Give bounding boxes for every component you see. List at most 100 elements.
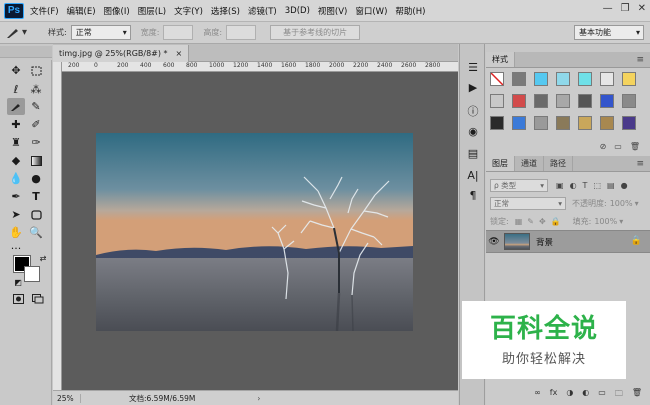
tab-styles[interactable]: 样式	[486, 52, 515, 67]
properties-panel-icon[interactable]: ▤	[464, 144, 482, 162]
slices-from-guides-button[interactable]: 基于参考线的切片	[270, 25, 361, 40]
hand-tool-icon[interactable]: ✋	[7, 224, 25, 241]
zoom-level[interactable]: 25%	[53, 393, 81, 403]
restore-button[interactable]: ❐	[621, 3, 630, 14]
style-swatch[interactable]	[490, 94, 504, 108]
color-panel-icon[interactable]: ◉	[464, 122, 482, 140]
clone-stamp-tool-icon[interactable]: ♜	[7, 134, 25, 151]
healing-brush-tool-icon[interactable]: ✚	[7, 116, 25, 133]
style-swatch[interactable]	[600, 94, 614, 108]
menu-file[interactable]: 文件(F)	[30, 5, 59, 17]
close-button[interactable]: ✕	[638, 3, 646, 14]
lasso-tool-icon[interactable]: ℓ	[7, 81, 25, 98]
pixel-filter-icon[interactable]: ▣	[556, 181, 564, 190]
default-colors-icon[interactable]: ◩	[9, 274, 27, 291]
workspace-select[interactable]: 基本功能 ▾	[574, 25, 644, 40]
delete-layer-icon[interactable]: 🗑	[632, 388, 642, 402]
panel-menu-icon[interactable]: ≡	[636, 55, 644, 65]
layer-row-background[interactable]: 👁 背景 🔒	[486, 230, 650, 253]
chevron-down-icon[interactable]: ▾	[635, 199, 639, 208]
tab-channels[interactable]: 通道	[515, 156, 544, 171]
panel-menu-icon[interactable]: ≡	[636, 159, 644, 169]
width-field[interactable]	[163, 25, 194, 40]
lock-image-icon[interactable]: ✎	[527, 217, 534, 226]
delete-style-icon[interactable]: 🗑	[630, 142, 640, 154]
brush-tool-icon[interactable]: ✐	[27, 116, 45, 133]
lock-transparency-icon[interactable]: ▦	[515, 217, 523, 226]
blur-tool-icon[interactable]: 💧	[7, 170, 25, 187]
swap-colors-icon[interactable]: ⇄	[34, 250, 52, 267]
filter-toggle-icon[interactable]: ●	[621, 181, 628, 190]
style-swatch[interactable]	[622, 72, 636, 86]
menu-window[interactable]: 窗口(W)	[355, 5, 387, 17]
style-swatch[interactable]	[490, 116, 504, 130]
tools-panel-grip[interactable]	[0, 46, 52, 58]
menu-3d[interactable]: 3D(D)	[285, 6, 310, 16]
style-swatch[interactable]	[534, 72, 548, 86]
style-swatch[interactable]	[512, 116, 526, 130]
new-style-icon[interactable]: ▭	[614, 142, 622, 154]
history-brush-tool-icon[interactable]: ✑	[27, 134, 45, 151]
style-swatch[interactable]	[534, 116, 548, 130]
more-tools-icon[interactable]: ···	[7, 240, 25, 257]
style-swatch[interactable]	[490, 72, 504, 86]
style-swatch[interactable]	[578, 72, 592, 86]
minimize-button[interactable]: —	[603, 3, 613, 14]
style-swatch[interactable]	[556, 72, 570, 86]
blend-mode-select[interactable]: 正常 ▾	[490, 197, 566, 210]
chevron-down-icon[interactable]: ▾	[619, 217, 623, 226]
magic-wand-tool-icon[interactable]: ⁂	[27, 81, 45, 98]
info-panel-icon[interactable]: ⓘ	[464, 102, 482, 120]
fill-value[interactable]: 100%	[594, 217, 617, 226]
paragraph-panel-icon[interactable]: ¶	[464, 186, 482, 204]
menu-filter[interactable]: 滤镜(T)	[248, 5, 277, 17]
menu-type[interactable]: 文字(Y)	[174, 5, 203, 17]
style-swatch[interactable]	[600, 116, 614, 130]
style-swatch[interactable]	[622, 94, 636, 108]
add-mask-icon[interactable]: ◑	[566, 388, 573, 402]
document-tab[interactable]: timg.jpg @ 25%(RGB/8#) * ×	[53, 45, 190, 62]
style-swatch[interactable]	[512, 72, 526, 86]
type-filter-icon[interactable]: T	[583, 181, 588, 190]
close-icon[interactable]: ×	[176, 49, 183, 58]
actions-panel-icon[interactable]: ▶	[464, 78, 482, 96]
layer-filter-select[interactable]: ρ 类型 ▾	[490, 179, 548, 192]
menu-image[interactable]: 图像(I)	[104, 5, 130, 17]
type-tool-icon[interactable]: T	[27, 188, 45, 205]
menu-view[interactable]: 视图(V)	[318, 5, 347, 17]
style-swatch[interactable]	[600, 72, 614, 86]
opacity-value[interactable]: 100%	[610, 199, 633, 208]
eye-icon[interactable]: 👁	[486, 237, 502, 247]
character-panel-icon[interactable]: A|	[464, 166, 482, 184]
new-group-icon[interactable]: ▭	[598, 388, 606, 402]
clear-style-icon[interactable]: ⊘	[600, 142, 607, 154]
menu-help[interactable]: 帮助(H)	[395, 5, 425, 17]
canvas-area[interactable]	[62, 72, 458, 390]
document-image[interactable]	[96, 133, 413, 331]
quick-mask-icon[interactable]	[9, 290, 27, 307]
history-panel-icon[interactable]: ☰	[464, 58, 482, 76]
style-select[interactable]: 正常 ▾	[70, 25, 131, 40]
eyedropper-tool-icon[interactable]: ✎	[27, 98, 45, 115]
move-tool-icon[interactable]: ✥	[7, 62, 25, 79]
menu-edit[interactable]: 编辑(E)	[67, 5, 96, 17]
shape-filter-icon[interactable]: ⬚	[593, 181, 601, 190]
dodge-tool-icon[interactable]: ●	[27, 170, 45, 187]
tab-layers[interactable]: 图层	[486, 156, 515, 171]
style-swatch[interactable]	[578, 94, 592, 108]
smart-object-filter-icon[interactable]: ▤	[607, 181, 615, 190]
marquee-tool-icon[interactable]	[27, 62, 45, 79]
screen-mode-icon[interactable]	[29, 290, 47, 307]
gradient-tool-icon[interactable]	[27, 152, 45, 169]
tab-paths[interactable]: 路径	[544, 156, 573, 171]
style-swatch[interactable]	[622, 116, 636, 130]
adjustment-filter-icon[interactable]: ◐	[570, 181, 577, 190]
pen-tool-icon[interactable]: ✒	[7, 188, 25, 205]
style-swatch[interactable]	[534, 94, 548, 108]
tool-preset-picker[interactable]: ▾	[6, 24, 40, 42]
new-layer-icon[interactable]: 🗀	[615, 388, 623, 402]
link-layers-icon[interactable]: ∞	[534, 388, 541, 402]
style-swatch[interactable]	[556, 94, 570, 108]
path-selection-tool-icon[interactable]: ➤	[7, 206, 25, 223]
zoom-tool-icon[interactable]: 🔍	[27, 224, 45, 241]
